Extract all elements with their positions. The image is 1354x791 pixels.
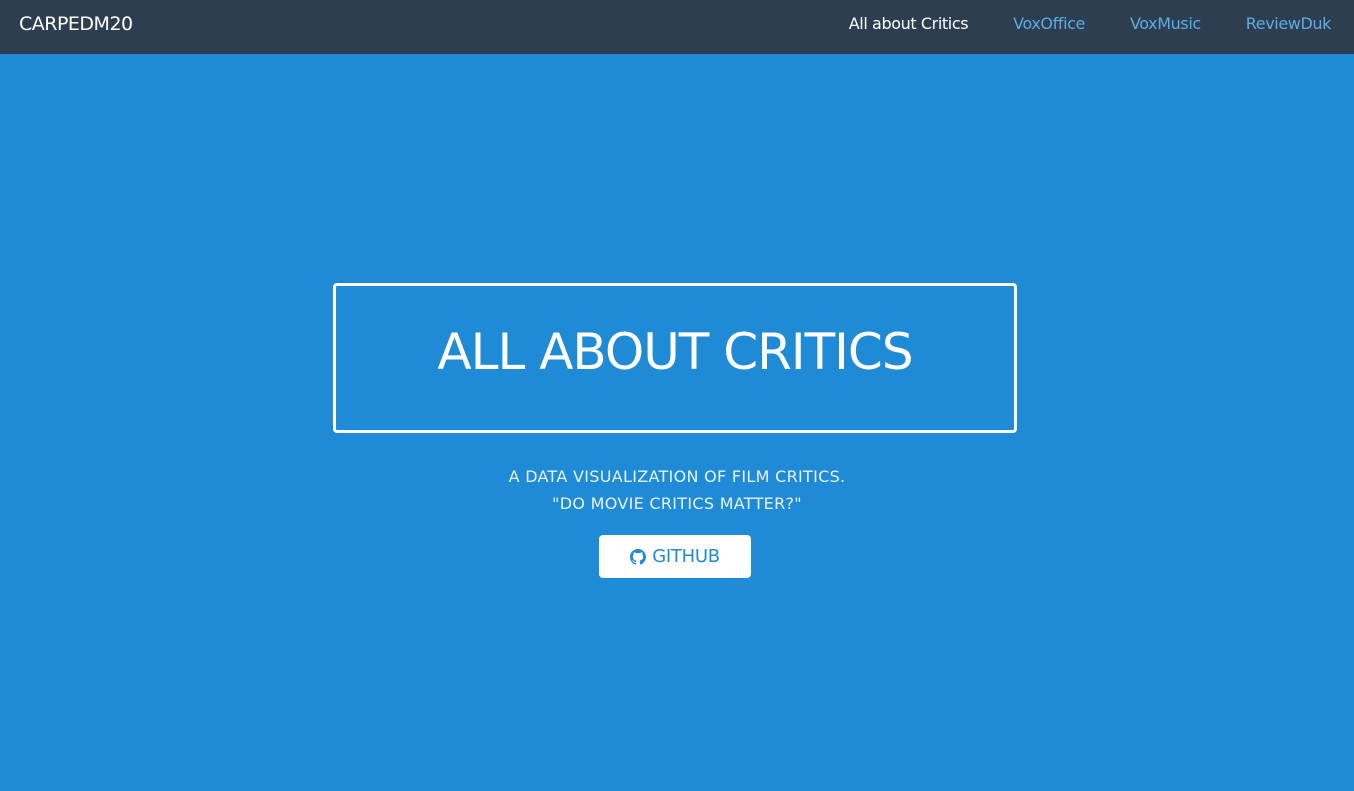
subtitle-line-2: "DO MOVIE CRITICS MATTER?" <box>552 494 802 513</box>
nav-link-voxmusic[interactable]: VoxMusic <box>1130 14 1201 33</box>
hero-title: ALL ABOUT CRITICS <box>437 323 913 381</box>
navbar: CARPEDM20 All about Critics VoxOffice Vo… <box>0 0 1354 54</box>
brand-logo[interactable]: CARPEDM20 <box>19 13 133 35</box>
github-button-label: GITHUB <box>652 546 720 567</box>
nav-link-all-about-critics[interactable]: All about Critics <box>849 14 969 33</box>
nav-links: All about Critics VoxOffice VoxMusic Rev… <box>804 14 1332 33</box>
github-button[interactable]: GITHUB <box>599 535 751 578</box>
hero-subtitle: A DATA VISUALIZATION OF FILM CRITICS. "D… <box>0 463 1354 517</box>
github-icon <box>630 548 647 565</box>
nav-link-reviewduk[interactable]: ReviewDuk <box>1246 14 1332 33</box>
nav-link-voxoffice[interactable]: VoxOffice <box>1013 14 1085 33</box>
subtitle-line-1: A DATA VISUALIZATION OF FILM CRITICS. <box>508 467 846 486</box>
hero-title-box: ALL ABOUT CRITICS <box>333 283 1017 433</box>
